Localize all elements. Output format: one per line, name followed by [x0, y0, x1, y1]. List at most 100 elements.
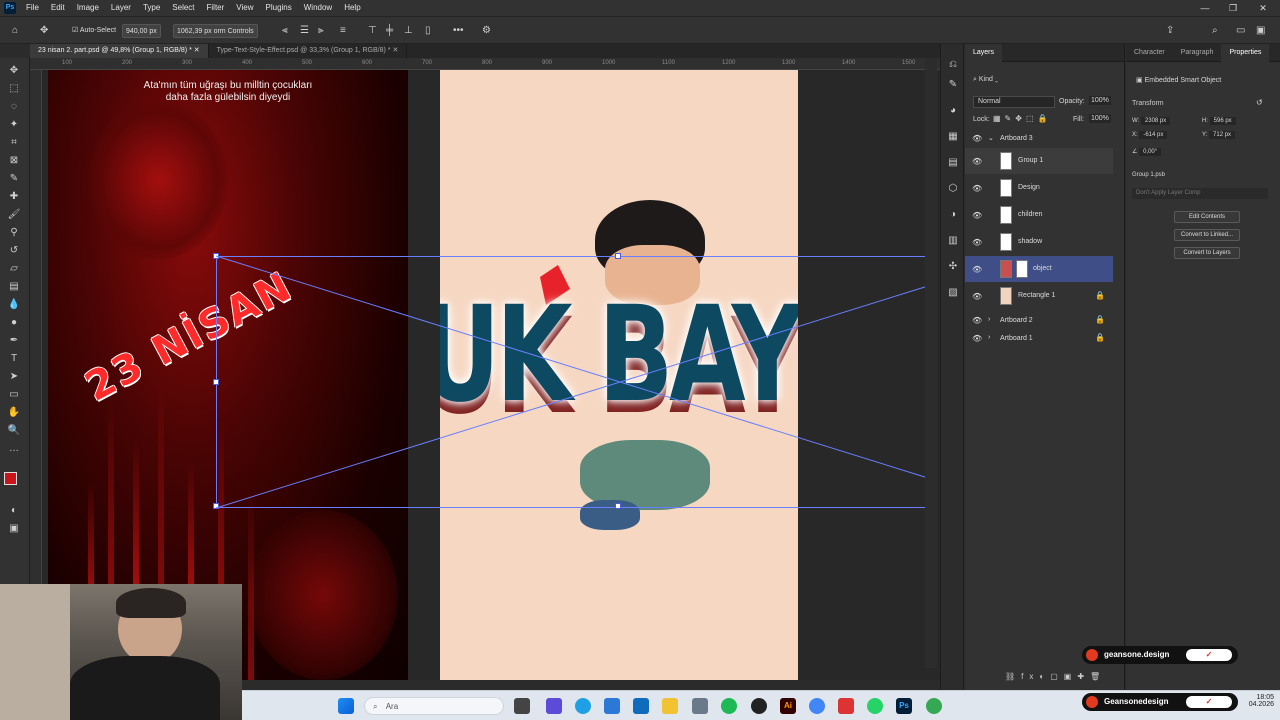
- h-field[interactable]: 596 px: [1209, 117, 1236, 125]
- artboard-2-group[interactable]: 👁 › Artboard 2 🔒: [965, 312, 1113, 330]
- opacity-field[interactable]: 100%: [1089, 96, 1111, 105]
- brush-settings-icon[interactable]: ✎: [946, 78, 960, 92]
- menu-layer[interactable]: Layer: [105, 0, 137, 16]
- path-select-icon[interactable]: ➤: [5, 370, 23, 384]
- task-view-icon[interactable]: [514, 698, 530, 714]
- auto-select-checkbox[interactable]: ☑ Auto-Select: [72, 24, 116, 38]
- layer-mask-thumbnail[interactable]: [1016, 260, 1028, 278]
- illustrator-icon[interactable]: Ai: [780, 698, 796, 714]
- frame-tool-icon[interactable]: ⊠: [5, 154, 23, 168]
- app-red-icon[interactable]: [838, 698, 854, 714]
- visibility-eye-icon[interactable]: 👁: [972, 265, 982, 274]
- edge-icon[interactable]: [575, 698, 591, 714]
- blur-tool-icon[interactable]: 💧: [5, 298, 23, 312]
- more-options-icon[interactable]: •••: [453, 24, 464, 38]
- distribute-icon[interactable]: ≡: [340, 24, 346, 38]
- foreground-color-swatch[interactable]: [4, 472, 17, 485]
- visibility-eye-icon[interactable]: 👁: [972, 316, 982, 325]
- align-center-icon[interactable]: ☰: [300, 24, 309, 38]
- eraser-tool-icon[interactable]: ▱: [5, 262, 23, 276]
- menu-window[interactable]: Window: [298, 0, 338, 16]
- chevron-right-icon[interactable]: ›: [988, 316, 990, 323]
- kind-filter[interactable]: ⌕ Kind ⌄: [973, 76, 998, 84]
- menu-view[interactable]: View: [230, 0, 259, 16]
- layer-comp-select[interactable]: Don't Apply Layer Comp: [1132, 188, 1268, 199]
- angle-field[interactable]: 0,00°: [1139, 148, 1162, 156]
- menu-plugins[interactable]: Plugins: [260, 0, 298, 16]
- visibility-eye-icon[interactable]: 👁: [972, 157, 982, 166]
- menu-image[interactable]: Image: [71, 0, 105, 16]
- search-icon[interactable]: ⌕: [1212, 24, 1218, 38]
- menu-select[interactable]: Select: [166, 0, 200, 16]
- paths-icon[interactable]: ⬡: [946, 182, 960, 196]
- chrome-profile-icon[interactable]: [926, 698, 942, 714]
- dodge-tool-icon[interactable]: ●: [5, 316, 23, 330]
- transform-controls-toggle[interactable]: 1062,39 px orm Controls: [173, 24, 258, 38]
- healing-brush-icon[interactable]: ✚: [5, 190, 23, 204]
- pen-tool-icon[interactable]: ✒: [5, 334, 23, 348]
- width-field[interactable]: 940,00 px: [122, 24, 161, 38]
- align-right-icon[interactable]: ⫸: [318, 24, 324, 38]
- move-tool-icon[interactable]: ✥: [40, 24, 48, 38]
- edit-contents-button[interactable]: Edit Contents: [1174, 211, 1240, 223]
- layer-row-rectangle-1[interactable]: 👁 Rectangle 1 🔒: [965, 283, 1113, 309]
- convert-to-linked-button[interactable]: Convert to Linked...: [1174, 229, 1240, 241]
- fill-field[interactable]: 100%: [1089, 114, 1111, 123]
- visibility-eye-icon[interactable]: 👁: [972, 184, 982, 193]
- chrome-icon[interactable]: [809, 698, 825, 714]
- close-tab-icon[interactable]: ✕: [392, 47, 398, 54]
- convert-to-layers-button[interactable]: Convert to Layers: [1174, 247, 1240, 259]
- adjustments-icon[interactable]: ◑: [946, 208, 960, 222]
- align-middle-icon[interactable]: ╪: [386, 24, 393, 38]
- reset-transform-icon[interactable]: ↺: [1256, 98, 1263, 107]
- outlook-icon[interactable]: [633, 698, 649, 714]
- start-icon[interactable]: [338, 698, 354, 714]
- hand-tool-icon[interactable]: ✋: [5, 406, 23, 420]
- zoom-tool-icon[interactable]: 🔍: [5, 424, 23, 438]
- close-tab-icon[interactable]: ✕: [194, 47, 200, 54]
- home-icon[interactable]: ⌂: [12, 24, 18, 38]
- screen-mode-icon[interactable]: ▣: [5, 522, 23, 536]
- visibility-eye-icon[interactable]: 👁: [972, 134, 982, 143]
- visibility-eye-icon[interactable]: 👁: [972, 211, 982, 220]
- lock-options-icon[interactable]: ▦✎✥⬚🔒: [993, 114, 1051, 123]
- artboard-3-group[interactable]: 👁 ⌄ Artboard 3: [965, 130, 1113, 148]
- visibility-eye-icon[interactable]: 👁: [972, 238, 982, 247]
- panel-icon[interactable]: ▣: [1256, 24, 1265, 38]
- blend-mode-select[interactable]: Normal: [973, 96, 1055, 108]
- vertical-scrollbar[interactable]: [925, 58, 937, 668]
- tab-23-nisan[interactable]: 23 nisan 2. part.psd @ 49,8% (Group 1, R…: [30, 44, 209, 58]
- layer-row-object[interactable]: 👁 object: [965, 256, 1113, 282]
- layer-row-design[interactable]: 👁 Design: [965, 175, 1113, 201]
- tab-character[interactable]: Character: [1126, 44, 1173, 62]
- close-button[interactable]: ✕: [1248, 0, 1278, 16]
- align-left-icon[interactable]: ⫷: [282, 24, 288, 38]
- file-explorer-icon[interactable]: [662, 698, 678, 714]
- whatsapp-icon[interactable]: [867, 698, 883, 714]
- gradient-tool-icon[interactable]: ▤: [5, 280, 23, 294]
- crop-tool-icon[interactable]: ⌗: [5, 136, 23, 150]
- layers-footer-icons[interactable]: ⛓fx◐▢▣✚🗑: [1005, 672, 1106, 681]
- more-tools-icon[interactable]: …: [5, 442, 23, 456]
- workspace-icon[interactable]: ▭: [1236, 24, 1245, 38]
- menu-type[interactable]: Type: [137, 0, 166, 16]
- move-tool-icon[interactable]: ✥: [5, 64, 23, 78]
- align-bottom-icon[interactable]: ⊥: [404, 24, 413, 38]
- color-icon[interactable]: ◕: [946, 104, 960, 118]
- menu-filter[interactable]: Filter: [201, 0, 231, 16]
- menu-file[interactable]: File: [20, 0, 45, 16]
- y-field[interactable]: 712 px: [1209, 131, 1236, 139]
- artboard-1-group[interactable]: 👁 › Artboard 1 🔒: [965, 330, 1113, 348]
- copilot-icon[interactable]: [546, 698, 562, 714]
- menu-edit[interactable]: Edit: [45, 0, 71, 16]
- stamp-tool-icon[interactable]: ⚲: [5, 226, 23, 240]
- layer-row-group-1[interactable]: 👁 Group 1: [965, 148, 1113, 174]
- spotify-icon[interactable]: [721, 698, 737, 714]
- tab-properties[interactable]: Properties: [1221, 43, 1270, 62]
- chevron-down-icon[interactable]: ⌄: [988, 134, 994, 142]
- layers-icon[interactable]: ▧: [946, 286, 960, 300]
- rectangle-tool-icon[interactable]: ▭: [5, 388, 23, 402]
- photoshop-taskbar-icon[interactable]: Ps: [896, 698, 912, 714]
- store-icon[interactable]: [604, 698, 620, 714]
- chevron-right-icon[interactable]: ›: [988, 334, 990, 341]
